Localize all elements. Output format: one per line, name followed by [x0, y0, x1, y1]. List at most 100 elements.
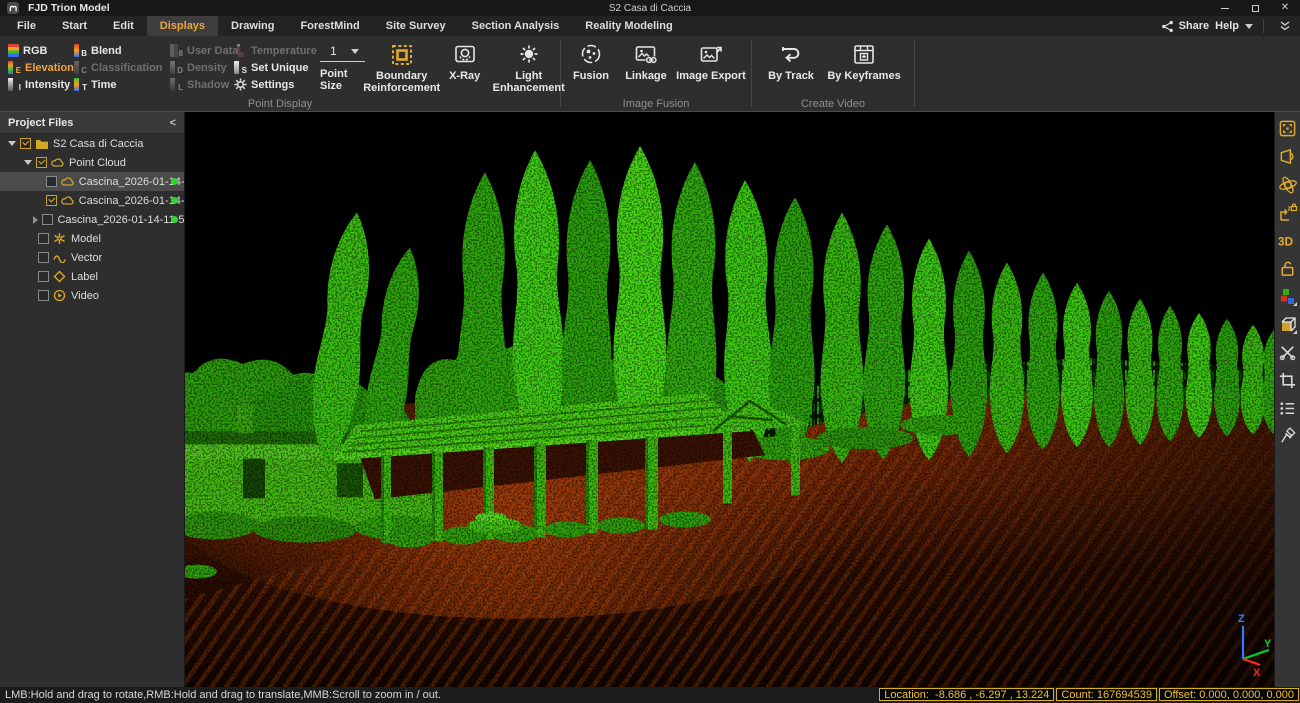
checkbox-unchecked[interactable]: [42, 214, 53, 225]
crop-icon: [1278, 371, 1297, 390]
bounding-box-button[interactable]: [1277, 314, 1299, 335]
maximize-icon: [1252, 5, 1259, 12]
close-button[interactable]: ✕: [1270, 0, 1300, 16]
tree-item-model[interactable]: Model: [0, 229, 184, 248]
tree-item-label[interactable]: Label: [0, 267, 184, 286]
checkbox-unchecked[interactable]: [46, 176, 57, 187]
collapse-ribbon-button[interactable]: [1274, 20, 1296, 32]
svg-text:3D: 3D: [1277, 234, 1293, 248]
share-button[interactable]: Share: [1161, 20, 1210, 33]
expander-icon[interactable]: [33, 216, 38, 224]
checkbox-unchecked[interactable]: [38, 233, 49, 244]
checkbox-unchecked[interactable]: [38, 290, 49, 301]
color-palette-button[interactable]: [1277, 286, 1299, 307]
tree-item-project-root[interactable]: S2 Casa di Caccia: [0, 134, 184, 153]
group-label-create-video: Create Video: [752, 98, 914, 110]
fit-view-button[interactable]: [1277, 118, 1299, 139]
help-dropdown-icon[interactable]: [1245, 24, 1253, 29]
checkbox-unchecked[interactable]: [38, 252, 49, 263]
maximize-button[interactable]: [1240, 0, 1270, 16]
temperature-icon: [234, 44, 247, 57]
blend-button[interactable]: Blend: [74, 42, 166, 59]
expander-icon[interactable]: [8, 141, 16, 146]
layer-list-button[interactable]: [1277, 398, 1299, 419]
pin-button[interactable]: [1277, 426, 1299, 447]
chevron-down-icon: [351, 49, 359, 54]
settings-button[interactable]: Settings: [234, 76, 320, 93]
viewport-3d-scene[interactable]: Z Y X: [185, 112, 1274, 687]
z-axis-lock-icon: z: [1278, 203, 1298, 223]
ribbon-toolbar: RGB Elevation Intensity Blend Classifica…: [0, 36, 1300, 112]
ribbon-group-create-video: By Track By Keyframes Create Video: [752, 36, 914, 111]
tab-edit[interactable]: Edit: [100, 16, 147, 36]
point-size-dropdown[interactable]: 1: [320, 44, 365, 62]
intensity-icon: [8, 78, 21, 91]
view-mode-button[interactable]: [1277, 146, 1299, 167]
location-indicator: Location: -8.686 , -6.297 , 13.224: [879, 688, 1054, 701]
tree-item-scan-file-1[interactable]: Cascina_2026-01-14-1...: [0, 172, 184, 191]
tree-item-scan-file-3[interactable]: Cascina_2026-01-14-11-5...: [0, 210, 184, 229]
group-label-point-display: Point Display: [0, 98, 560, 110]
tree-item-point-cloud[interactable]: Point Cloud: [0, 153, 184, 172]
shadow-icon: [170, 78, 183, 91]
tree-item-scan-file-2[interactable]: Cascina_2026-01-14-1...: [0, 191, 184, 210]
tab-displays[interactable]: Displays: [147, 16, 218, 36]
elevation-button[interactable]: Elevation: [8, 59, 70, 76]
status-dot: [171, 178, 178, 185]
time-icon: [74, 78, 87, 91]
app-title: FJD Trion Model: [28, 2, 110, 14]
folder-icon: [35, 137, 50, 150]
panel-collapse-button[interactable]: <: [170, 117, 176, 129]
view-mode-icon: [1278, 147, 1297, 166]
tab-file[interactable]: File: [4, 16, 49, 36]
unlock-button[interactable]: [1277, 258, 1299, 279]
tab-site-survey[interactable]: Site Survey: [373, 16, 459, 36]
set-unique-button[interactable]: Set Unique: [234, 59, 320, 76]
crop-button[interactable]: [1277, 370, 1299, 391]
ribbon-group-image-fusion: Fusion Linkage: [561, 36, 751, 111]
status-dot: [171, 216, 178, 223]
classification-button[interactable]: Classification: [74, 59, 166, 76]
tree-item-vector[interactable]: Vector: [0, 248, 184, 267]
3d-mode-button[interactable]: 3D: [1277, 230, 1299, 251]
help-button[interactable]: Help: [1215, 20, 1239, 32]
clip-icon: [1278, 343, 1297, 362]
viewport-3d[interactable]: Z Y X: [185, 112, 1274, 687]
intensity-button[interactable]: Intensity: [8, 76, 70, 93]
offset-indicator: Offset: 0.000, 0.000, 0.000: [1159, 688, 1299, 701]
tree-item-video[interactable]: Video: [0, 286, 184, 305]
tab-forestmind[interactable]: ForestMind: [287, 16, 372, 36]
temperature-button[interactable]: Temperature: [234, 42, 320, 59]
elevation-icon: [8, 61, 21, 74]
video-icon: [53, 289, 68, 302]
tab-section-analysis[interactable]: Section Analysis: [459, 16, 573, 36]
pin-icon: [1278, 427, 1297, 446]
close-icon: ✕: [1281, 3, 1289, 13]
tab-drawing[interactable]: Drawing: [218, 16, 287, 36]
orbit-button[interactable]: [1277, 174, 1299, 195]
tab-start[interactable]: Start: [49, 16, 100, 36]
user-data-icon: [170, 44, 183, 57]
time-button[interactable]: Time: [74, 76, 166, 93]
z-axis-lock-button[interactable]: z: [1277, 202, 1299, 223]
checkbox-checked[interactable]: [46, 195, 57, 206]
share-icon: [1161, 20, 1174, 33]
shadow-button[interactable]: Shadow: [170, 76, 230, 93]
density-button[interactable]: Density: [170, 59, 230, 76]
3d-mode-icon: 3D: [1277, 233, 1299, 249]
checkbox-unchecked[interactable]: [38, 271, 49, 282]
project-files-panel: Project Files < S2 Casa di Caccia Point …: [0, 112, 185, 687]
status-dot: [171, 197, 178, 204]
clip-button[interactable]: [1277, 342, 1299, 363]
minimize-button[interactable]: [1210, 0, 1240, 16]
count-indicator: Count: 167694539: [1056, 688, 1157, 701]
rgb-button[interactable]: RGB: [8, 42, 70, 59]
user-data-button[interactable]: User Data: [170, 42, 230, 59]
axis-label-y: Y: [1264, 638, 1272, 650]
expander-icon[interactable]: [24, 160, 32, 165]
tab-reality-modeling[interactable]: Reality Modeling: [572, 16, 685, 36]
title-bar: FJD Trion Model S2 Casa di Caccia ✕: [0, 0, 1300, 16]
checkbox-checked[interactable]: [20, 138, 31, 149]
minimize-icon: [1221, 8, 1229, 9]
checkbox-checked[interactable]: [36, 157, 47, 168]
